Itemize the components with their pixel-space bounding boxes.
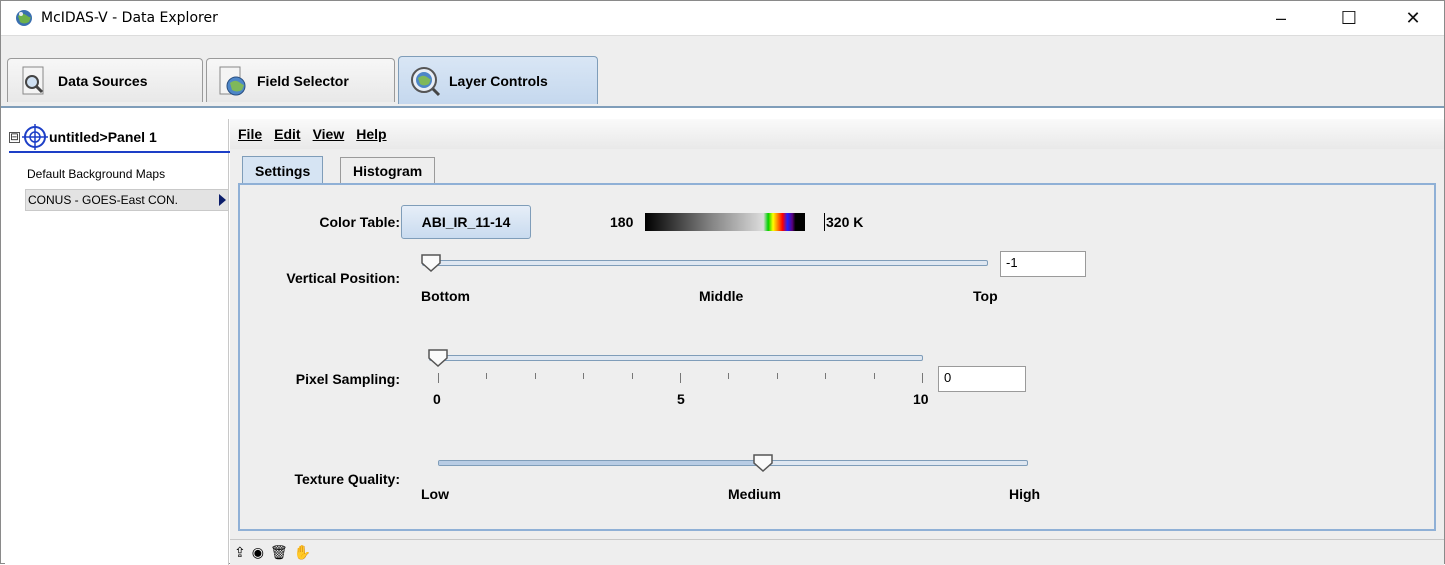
collapse-toggle[interactable]: ⊟ — [9, 131, 20, 143]
tab-underline — [1, 106, 1444, 108]
pixel-sampling-label: Pixel Sampling: — [295, 371, 400, 387]
expand-arrow-icon[interactable] — [219, 194, 226, 206]
slider-tick — [534, 373, 536, 379]
globe-magnifier-icon — [411, 66, 441, 96]
slider-thumb[interactable] — [420, 253, 442, 273]
menu-view[interactable]: View — [313, 126, 345, 142]
slider-thumb[interactable] — [427, 348, 449, 368]
slider-thumb[interactable] — [752, 453, 774, 473]
texture-quality-label: Texture Quality: — [294, 471, 400, 487]
slider-tick — [728, 373, 730, 379]
slider-tick — [631, 373, 633, 379]
title-bar: McIDAS-V - Data Explorer – ☐ ✕ — [1, 1, 1444, 35]
tick-label: Bottom — [421, 288, 470, 304]
menu-file[interactable]: File — [238, 126, 262, 142]
maximize-button[interactable]: ☐ — [1326, 1, 1372, 35]
tab-label: Data Sources — [58, 72, 148, 89]
tab-data-sources[interactable]: Data Sources — [7, 58, 203, 102]
tick-label: Middle — [699, 288, 744, 304]
layer-item-label: CONUS - GOES-East CON. — [28, 193, 179, 207]
slider-tick — [680, 373, 681, 383]
tab-label: Field Selector — [257, 72, 349, 89]
slider-tick — [438, 373, 439, 383]
tree-root-panel[interactable]: ⊟ untitled>Panel 1 — [9, 123, 231, 153]
globe-icon[interactable]: ◉ — [252, 544, 264, 561]
slider-tick — [922, 373, 923, 383]
tick-label: Low — [421, 486, 449, 502]
menu-edit[interactable]: Edit — [274, 126, 300, 142]
tick-label: High — [1009, 486, 1041, 502]
pixel-sampling-slider[interactable] — [429, 355, 923, 361]
globe-document-icon — [219, 66, 246, 95]
color-bar-marker — [824, 213, 825, 231]
vertical-position-label: Vertical Position: — [286, 270, 400, 286]
status-bar: ⇪ ◉ 🗑 ✋ — [230, 539, 1444, 565]
tree-root-label: untitled>Panel 1 — [49, 129, 157, 145]
panel-crosshair-icon — [22, 124, 48, 150]
tick-label: 5 — [677, 391, 685, 407]
tab-bar: Data Sources Field Selector Layer Contro… — [1, 35, 1444, 107]
vertical-position-slider[interactable] — [422, 260, 988, 266]
tab-settings[interactable]: Settings — [242, 156, 324, 184]
color-table-button[interactable]: ABI_IR_11-14 — [401, 205, 531, 239]
texture-quality-slider[interactable] — [438, 460, 1028, 466]
main-window: McIDAS-V - Data Explorer – ☐ ✕ Data Sour… — [0, 0, 1445, 565]
tab-field-selector[interactable]: Field Selector — [206, 58, 395, 102]
color-bar — [645, 213, 805, 231]
tick-label: Top — [973, 288, 998, 304]
magnifier-document-icon — [22, 66, 44, 94]
tick-label: 10 — [913, 391, 929, 407]
slider-fill — [439, 461, 763, 465]
slider-tick — [825, 373, 827, 379]
eject-icon[interactable]: ⇪ — [234, 544, 246, 561]
slider-tick — [486, 373, 488, 379]
mcidas-globe-icon — [16, 10, 32, 26]
vertical-position-field[interactable]: -1 — [1000, 251, 1086, 277]
tab-histogram[interactable]: Histogram — [340, 157, 436, 183]
tick-label: 0 — [433, 391, 441, 407]
menu-help[interactable]: Help — [356, 126, 386, 142]
layer-controls-panel: File Edit View Help Settings Histogram C… — [230, 119, 1444, 565]
color-range-min: 180 — [610, 214, 634, 230]
color-range-max: 320 K — [826, 214, 864, 230]
tick-label: Medium — [728, 486, 781, 502]
tab-layer-controls[interactable]: Layer Controls — [398, 56, 598, 104]
trash-icon[interactable]: 🗑 — [270, 544, 288, 561]
slider-tick — [873, 373, 875, 379]
layer-item-background-maps[interactable]: Default Background Maps — [25, 163, 229, 185]
slider-tick — [776, 373, 778, 379]
menu-bar: File Edit View Help — [230, 119, 1444, 149]
hand-icon[interactable]: ✋ — [294, 544, 311, 561]
minimize-button[interactable]: – — [1258, 1, 1304, 35]
color-table-label: Color Table: — [319, 214, 400, 230]
pixel-sampling-field[interactable]: 0 — [938, 366, 1026, 392]
close-button[interactable]: ✕ — [1390, 1, 1436, 35]
layer-tree: ⊟ untitled>Panel 1 Default Background Ma… — [5, 119, 231, 565]
layer-item-conus-goes[interactable]: CONUS - GOES-East CON. — [25, 189, 229, 211]
layer-item-label: Default Background Maps — [27, 167, 166, 181]
settings-pane: Color Table: ABI_IR_11-14 180 320 K Vert… — [238, 183, 1436, 531]
window-title: McIDAS-V - Data Explorer — [41, 10, 218, 26]
tab-label: Layer Controls — [449, 72, 548, 89]
slider-tick — [583, 373, 585, 379]
